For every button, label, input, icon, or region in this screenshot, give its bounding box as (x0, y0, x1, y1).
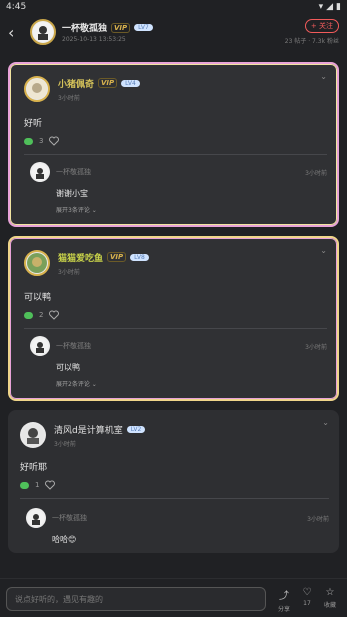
author-stats: 23 帖子 · 7.3k 粉丝 (284, 38, 339, 45)
vip-badge: VIP (107, 252, 127, 262)
post-header: ‹ 一杯敬孤独 VIP LV7 2025-10-13 13:53:25 + 关注… (0, 14, 347, 50)
reply-author-name[interactable]: 一杯敬孤独 (56, 167, 305, 177)
battery-icon: ▮ (336, 2, 341, 12)
commenter-avatar-image (27, 253, 47, 273)
level-badge: LV8 (130, 253, 149, 261)
chevron-down-icon[interactable]: ⌄ (322, 418, 329, 427)
reply-count: 3 (39, 137, 44, 145)
like-count: 17 (303, 600, 311, 607)
collect-label: 收藏 (323, 602, 336, 609)
signal-icon: ◢ (326, 2, 334, 12)
reply-time: 3小时前 (305, 343, 327, 351)
post-date: 2025-10-13 13:53:25 (62, 36, 126, 43)
expand-replies-link[interactable]: 展开3条评论 ⌄ (56, 205, 327, 214)
reply-avatar-image (28, 510, 44, 526)
avatar[interactable] (24, 250, 50, 276)
comment-time: 3小时前 (54, 440, 76, 448)
comment-text: 好听 (24, 119, 43, 129)
avatar[interactable] (20, 422, 46, 448)
reply-count: 1 (35, 481, 40, 489)
level-badge: LV7 (134, 24, 153, 31)
author-name[interactable]: 一杯敬孤独 (62, 21, 107, 34)
reply-text: 可以鸭 (56, 363, 80, 372)
comment-icon[interactable] (24, 137, 33, 145)
commenter-avatar-image (22, 424, 44, 446)
comment-text: 可以鸭 (24, 293, 52, 303)
divider (24, 154, 327, 155)
status-bar: 4:45 ▾ ◢ ▮ (0, 0, 347, 14)
chevron-down-icon: ⌄ (91, 381, 97, 388)
heart-icon: ♡ (302, 587, 312, 598)
commenter-name[interactable]: 清风d是计算机室 (54, 423, 123, 436)
avatar[interactable] (26, 508, 46, 528)
reply-text: 哈哈😊 (52, 535, 77, 544)
back-icon[interactable]: ‹ (8, 23, 26, 42)
avatar[interactable] (30, 162, 50, 182)
expand-replies-label: 展开3条评论 (56, 207, 90, 214)
reply-count: 2 (39, 311, 44, 319)
reply-time: 3小时前 (305, 169, 327, 177)
bottom-bar: 说点好听的，遇见有趣的 ⤴ 分享 ♡ 17 ☆ 收藏 (0, 578, 347, 617)
reply-item: 一杯敬孤独 3小时前 谢谢小宝 展开3条评论 ⌄ (30, 162, 327, 214)
vip-badge: VIP (98, 78, 118, 88)
reply-avatar-image (32, 164, 48, 180)
expand-replies-label: 展开2条评论 (56, 381, 90, 388)
commenter-name[interactable]: 小猪佩奇 (58, 77, 94, 90)
divider (24, 328, 327, 329)
comment-time: 3小时前 (58, 268, 80, 276)
reply-item: 一杯敬孤独 3小时前 可以鸭 展开2条评论 ⌄ (30, 336, 327, 388)
share-icon: ⤴ (279, 591, 289, 602)
share-label: 分享 (277, 606, 290, 613)
comment-text: 好听耶 (20, 463, 48, 473)
collect-button[interactable]: ☆ 收藏 (319, 587, 341, 609)
divider (20, 498, 329, 499)
comment-input-placeholder: 说点好听的，遇见有趣的 (15, 594, 103, 604)
heart-icon[interactable] (45, 480, 56, 490)
comment-card: ⌄ 小猪佩奇 VIP LV4 3小时前 好听 3 一杯敬孤独 3小时前 谢谢小宝… (8, 62, 339, 227)
commenter-name[interactable]: 猫猫爱吃鱼 (58, 251, 103, 264)
chevron-down-icon[interactable]: ⌄ (320, 72, 327, 81)
reply-author-name[interactable]: 一杯敬孤独 (52, 513, 307, 523)
comment-input[interactable]: 说点好听的，遇见有趣的 (6, 587, 266, 611)
chevron-down-icon: ⌄ (91, 207, 97, 214)
vip-badge: VIP (111, 22, 131, 33)
wifi-icon: ▾ (318, 2, 324, 12)
comment-card: ⌄ 猫猫爱吃鱼 VIP LV8 3小时前 可以鸭 2 一杯敬孤独 3小时前 可以… (8, 236, 339, 401)
comment-card: ⌄ 清风d是计算机室 LV2 3小时前 好听耶 1 一杯敬孤独 3小时前 哈哈😊 (8, 410, 339, 553)
follow-button[interactable]: + 关注 (304, 19, 339, 33)
status-time: 4:45 (6, 2, 27, 12)
avatar[interactable] (24, 76, 50, 102)
author-avatar-image (33, 22, 53, 42)
expand-replies-link[interactable]: 展开2条评论 ⌄ (56, 379, 327, 388)
reply-author-name[interactable]: 一杯敬孤独 (56, 341, 305, 351)
avatar[interactable] (30, 336, 50, 356)
commenter-avatar-image (27, 79, 47, 99)
heart-icon[interactable] (49, 136, 60, 146)
comment-time: 3小时前 (58, 94, 80, 102)
chevron-down-icon[interactable]: ⌄ (320, 246, 327, 255)
level-badge: LV4 (121, 79, 140, 87)
reply-avatar-image (32, 338, 48, 354)
reply-time: 3小时前 (307, 515, 329, 523)
comment-icon[interactable] (20, 481, 29, 489)
reply-item: 一杯敬孤独 3小时前 哈哈😊 (26, 508, 329, 545)
like-button[interactable]: ♡ 17 (296, 587, 318, 607)
heart-icon[interactable] (49, 310, 60, 320)
star-icon: ☆ (325, 587, 335, 598)
level-badge: LV2 (126, 425, 146, 433)
avatar[interactable] (30, 19, 56, 45)
reply-text: 谢谢小宝 (56, 189, 88, 198)
comment-icon[interactable] (24, 311, 33, 319)
share-button[interactable]: ⤴ 分享 (273, 587, 295, 613)
